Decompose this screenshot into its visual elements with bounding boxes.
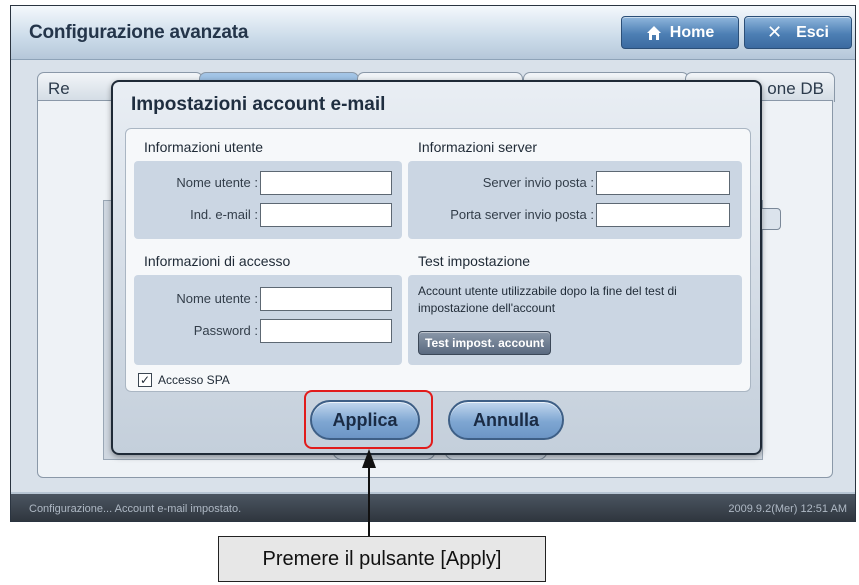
pointer-arrow-head xyxy=(362,449,376,468)
instruction-callout: Premere il pulsante [Apply] xyxy=(218,536,546,582)
pointer-arrow xyxy=(362,449,376,536)
